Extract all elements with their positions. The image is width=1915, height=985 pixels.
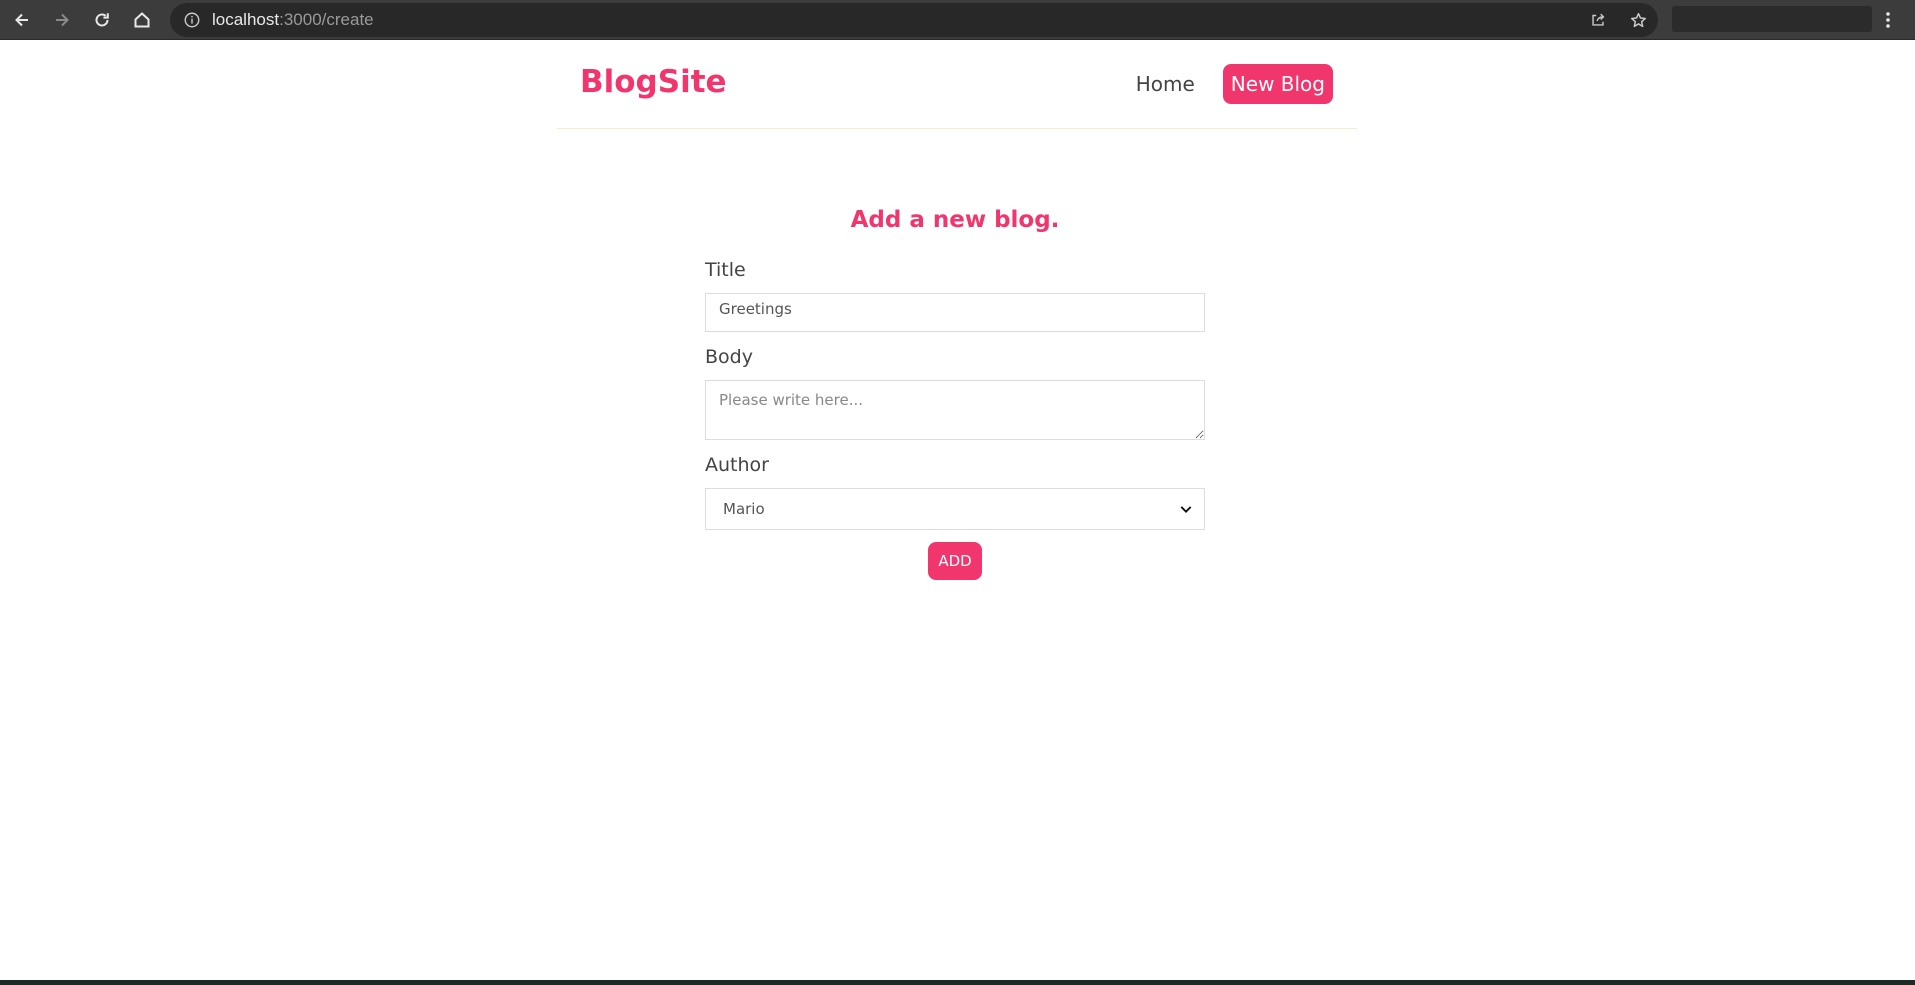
reload-icon[interactable] xyxy=(86,4,118,36)
home-icon[interactable] xyxy=(126,4,158,36)
title-label: Title xyxy=(705,259,746,281)
browser-toolbar: localhost:3000/create xyxy=(0,0,1915,40)
url-path: :3000/create xyxy=(279,10,374,29)
back-arrow-icon[interactable] xyxy=(6,4,38,36)
star-icon[interactable] xyxy=(1618,3,1658,37)
share-icon[interactable] xyxy=(1578,3,1618,37)
author-select[interactable]: Mario xyxy=(705,488,1205,530)
nav-link-home[interactable]: Home xyxy=(1136,72,1195,96)
body-label: Body xyxy=(705,346,753,368)
add-blog-button[interactable]: ADD xyxy=(928,542,982,580)
site-navbar: BlogSite Home New Blog xyxy=(557,40,1357,129)
forward-arrow-icon[interactable] xyxy=(46,4,78,36)
address-bar-actions xyxy=(1578,3,1658,37)
author-selected-value: Mario xyxy=(723,500,765,518)
create-blog-form: Add a new blog. Title Greetings Body Aut… xyxy=(705,195,1205,580)
author-label: Author xyxy=(705,454,769,476)
nav-links: Home New Blog xyxy=(1108,64,1333,104)
title-input[interactable]: Greetings xyxy=(705,293,1205,332)
nav-link-new-blog[interactable]: New Blog xyxy=(1222,64,1333,104)
address-bar[interactable]: localhost:3000/create xyxy=(170,3,1658,37)
extensions-area[interactable] xyxy=(1672,6,1872,32)
url-host: localhost xyxy=(212,10,280,29)
chevron-down-icon xyxy=(1180,500,1192,518)
info-icon[interactable] xyxy=(182,10,202,30)
taskbar-edge xyxy=(0,980,1915,985)
body-textarea[interactable] xyxy=(705,380,1205,440)
form-heading: Add a new blog. xyxy=(850,207,1060,233)
site-logo: BlogSite xyxy=(580,64,727,100)
kebab-menu-icon[interactable] xyxy=(1876,4,1900,36)
